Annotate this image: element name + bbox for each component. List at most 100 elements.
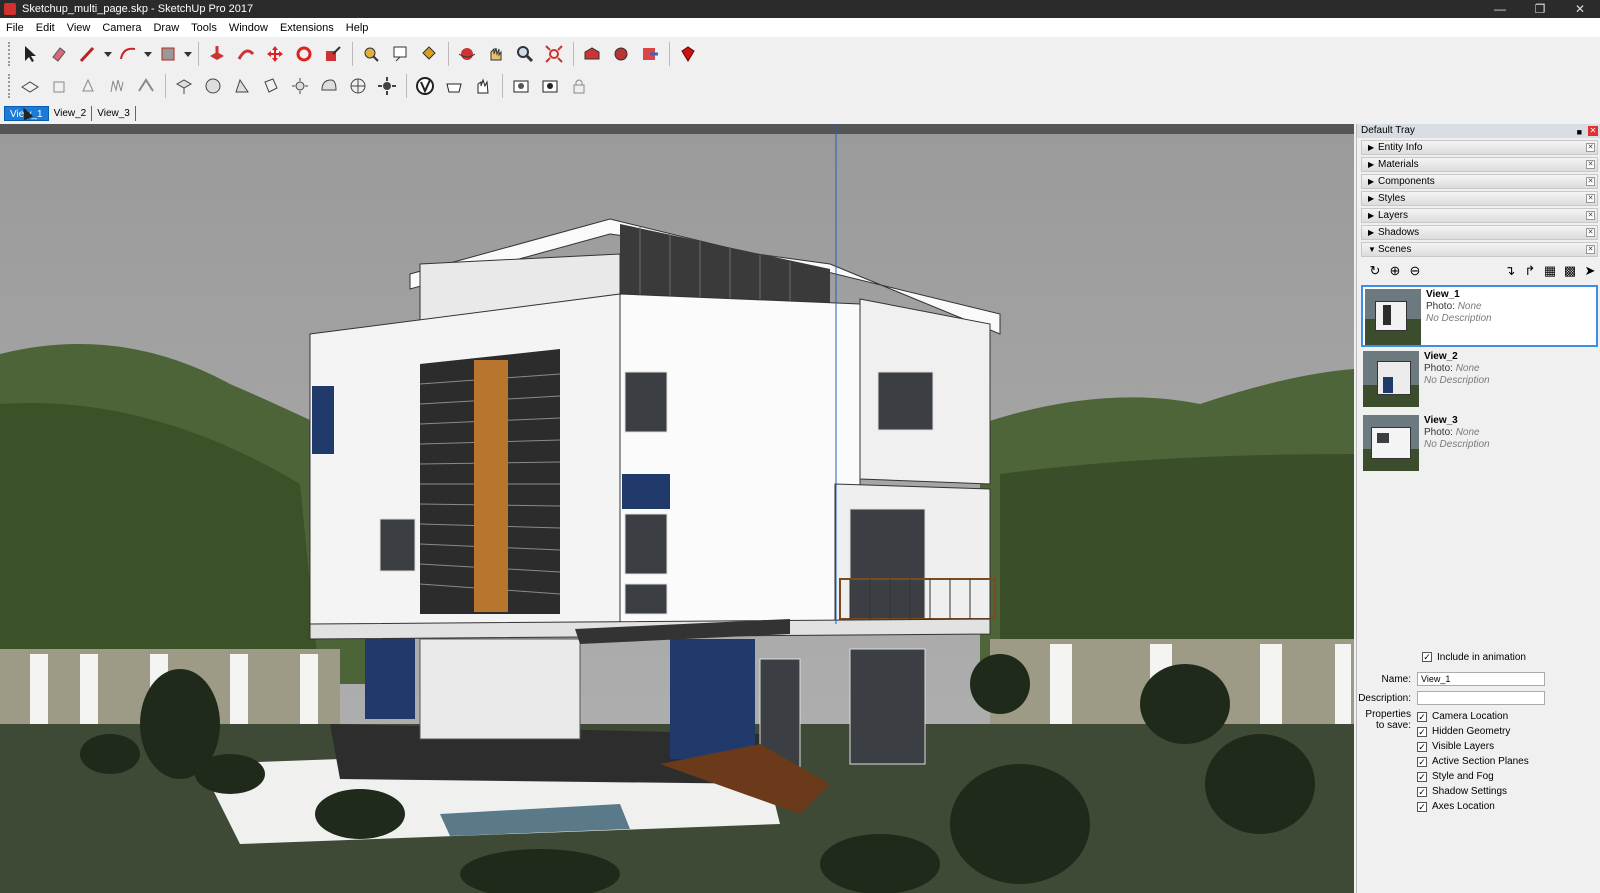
shadows-toggle-icon[interactable] bbox=[286, 72, 314, 100]
sandbox-from-scratch-icon[interactable] bbox=[45, 72, 73, 100]
panel-layers[interactable]: ▶ Layers ✕ bbox=[1361, 208, 1598, 223]
eraser-tool-icon[interactable] bbox=[45, 40, 73, 68]
pan-tool-icon[interactable] bbox=[482, 40, 510, 68]
drape-icon[interactable] bbox=[132, 72, 160, 100]
scale-tool-icon[interactable] bbox=[319, 40, 347, 68]
stamp-icon[interactable] bbox=[103, 72, 131, 100]
include-animation-checkbox[interactable]: ✓ bbox=[1422, 652, 1432, 662]
dropdown-arrow-icon[interactable] bbox=[143, 40, 153, 68]
xray-style-icon[interactable] bbox=[199, 72, 227, 100]
warehouse-icon[interactable] bbox=[578, 40, 606, 68]
dropdown-arrow-icon[interactable] bbox=[183, 40, 193, 68]
move-scene-up-icon[interactable]: ↱ bbox=[1520, 262, 1540, 280]
rectangle-tool-icon[interactable] bbox=[154, 40, 182, 68]
sun-settings-icon[interactable] bbox=[373, 72, 401, 100]
rotate-tool-icon[interactable] bbox=[290, 40, 318, 68]
sandbox-from-contours-icon[interactable] bbox=[16, 72, 44, 100]
axes-location-checkbox[interactable]: ✓ bbox=[1417, 801, 1427, 812]
hidden-geometry-checkbox[interactable]: ✓ bbox=[1417, 726, 1427, 737]
smoove-icon[interactable] bbox=[74, 72, 102, 100]
model-viewport[interactable] bbox=[0, 124, 1354, 893]
toolbar-grip[interactable] bbox=[8, 41, 12, 66]
pin-icon[interactable]: ■ bbox=[1577, 125, 1582, 139]
scene-description-input[interactable] bbox=[1417, 691, 1545, 705]
validate-icon[interactable] bbox=[411, 72, 439, 100]
panel-styles[interactable]: ▶ Styles ✕ bbox=[1361, 191, 1598, 206]
remove-scene-icon[interactable]: ⊖ bbox=[1405, 262, 1425, 280]
orbit-tool-icon[interactable] bbox=[453, 40, 481, 68]
panel-close-icon[interactable]: ✕ bbox=[1586, 228, 1595, 237]
hand-tool-icon[interactable] bbox=[469, 72, 497, 100]
scene-photo-icon[interactable] bbox=[536, 72, 564, 100]
arc-tool-icon[interactable] bbox=[114, 40, 142, 68]
active-section-planes-checkbox[interactable]: ✓ bbox=[1417, 756, 1427, 767]
follow-me-tool-icon[interactable] bbox=[232, 40, 260, 68]
shadow-settings-checkbox[interactable]: ✓ bbox=[1417, 786, 1427, 797]
menu-extensions[interactable]: Extensions bbox=[280, 22, 334, 34]
menu-file[interactable]: File bbox=[6, 22, 24, 34]
restore-icon[interactable]: ❐ bbox=[1520, 0, 1560, 18]
panel-close-icon[interactable]: ✕ bbox=[1586, 143, 1595, 152]
menu-tools[interactable]: Tools bbox=[191, 22, 217, 34]
scene-camera-icon[interactable] bbox=[507, 72, 535, 100]
paint-bucket-tool-icon[interactable] bbox=[415, 40, 443, 68]
scene-name-input[interactable]: View_1 bbox=[1417, 672, 1545, 686]
tray-close-icon[interactable]: ✕ bbox=[1588, 126, 1598, 136]
visible-layers-checkbox[interactable]: ✓ bbox=[1417, 741, 1427, 752]
text-tool-icon[interactable] bbox=[386, 40, 414, 68]
panel-materials[interactable]: ▶ Materials ✕ bbox=[1361, 157, 1598, 172]
share-model-icon[interactable] bbox=[636, 40, 664, 68]
panel-close-icon[interactable]: ✕ bbox=[1586, 211, 1595, 220]
scene-item-view-3[interactable]: View_3 Photo: None No Description bbox=[1361, 413, 1598, 475]
panel-close-icon[interactable]: ✕ bbox=[1586, 177, 1595, 186]
scene-tabs-bar: View_1 View_2 View_3 bbox=[0, 103, 1600, 123]
wireframe-style-icon[interactable] bbox=[257, 72, 285, 100]
menu-view[interactable]: View bbox=[67, 22, 91, 34]
scene-item-view-2[interactable]: View_2 Photo: None No Description bbox=[1361, 349, 1598, 411]
move-scene-down-icon[interactable]: ↴ bbox=[1500, 262, 1520, 280]
tape-measure-tool-icon[interactable] bbox=[357, 40, 385, 68]
hide-thumbnails-icon[interactable]: ▩ bbox=[1560, 262, 1580, 280]
panel-close-icon[interactable]: ✕ bbox=[1586, 245, 1595, 254]
panel-entity-info[interactable]: ▶ Entity Info ✕ bbox=[1361, 140, 1598, 155]
menu-draw[interactable]: Draw bbox=[153, 22, 179, 34]
extension-warehouse-icon[interactable] bbox=[607, 40, 635, 68]
style-and-fog-checkbox[interactable]: ✓ bbox=[1417, 771, 1427, 782]
details-icon[interactable]: ➤ bbox=[1580, 262, 1600, 280]
geo-location-icon[interactable] bbox=[344, 72, 372, 100]
fog-toggle-icon[interactable] bbox=[315, 72, 343, 100]
dropdown-arrow-icon[interactable] bbox=[103, 40, 113, 68]
panel-close-icon[interactable]: ✕ bbox=[1586, 194, 1595, 203]
zoom-tool-icon[interactable] bbox=[511, 40, 539, 68]
panel-close-icon[interactable]: ✕ bbox=[1586, 160, 1595, 169]
camera-location-checkbox[interactable]: ✓ bbox=[1417, 711, 1427, 722]
toolbar-separator bbox=[669, 41, 670, 66]
lock-icon[interactable] bbox=[565, 72, 593, 100]
close-icon[interactable]: ✕ bbox=[1560, 0, 1600, 18]
solid-tools-icon[interactable] bbox=[440, 72, 468, 100]
view-options-icon[interactable]: ▦ bbox=[1540, 262, 1560, 280]
scene-thumbnail bbox=[1363, 351, 1419, 407]
toolbar-grip[interactable] bbox=[8, 74, 12, 98]
select-tool-icon[interactable] bbox=[16, 40, 44, 68]
update-scene-icon[interactable]: ↻ bbox=[1365, 262, 1385, 280]
menu-edit[interactable]: Edit bbox=[36, 22, 55, 34]
scene-item-view-1[interactable]: View_1 Photo: None No Description bbox=[1361, 285, 1598, 347]
line-tool-icon[interactable] bbox=[74, 40, 102, 68]
panel-shadows[interactable]: ▶ Shadows ✕ bbox=[1361, 225, 1598, 240]
panel-scenes[interactable]: ▼ Scenes ✕ bbox=[1361, 242, 1598, 257]
tab-view-3[interactable]: View_3 bbox=[92, 105, 136, 121]
push-pull-tool-icon[interactable] bbox=[203, 40, 231, 68]
back-edges-style-icon[interactable] bbox=[228, 72, 256, 100]
move-tool-icon[interactable] bbox=[261, 40, 289, 68]
zoom-extents-tool-icon[interactable] bbox=[540, 40, 568, 68]
ruby-console-icon[interactable] bbox=[674, 40, 702, 68]
section-plane-icon[interactable] bbox=[170, 72, 198, 100]
menu-window[interactable]: Window bbox=[229, 22, 268, 34]
tab-view-2[interactable]: View_2 bbox=[49, 105, 93, 121]
minimize-icon[interactable]: — bbox=[1480, 0, 1520, 18]
panel-components[interactable]: ▶ Components ✕ bbox=[1361, 174, 1598, 189]
add-scene-icon[interactable]: ⊕ bbox=[1385, 262, 1405, 280]
menu-help[interactable]: Help bbox=[346, 22, 369, 34]
menu-camera[interactable]: Camera bbox=[102, 22, 141, 34]
